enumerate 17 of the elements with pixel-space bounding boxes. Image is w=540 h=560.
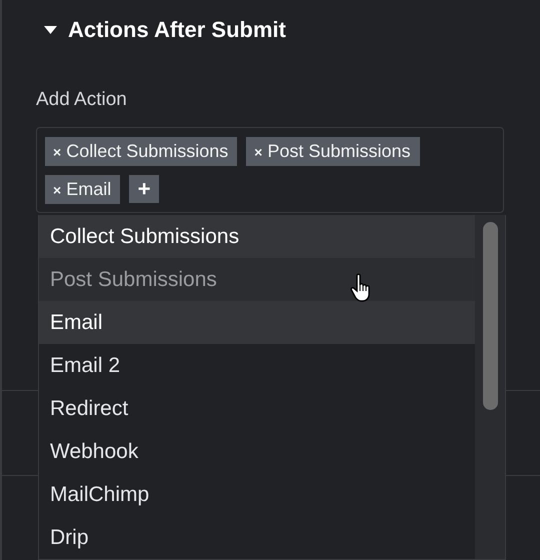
dropdown-option[interactable]: Redirect <box>39 387 475 430</box>
scrollbar[interactable] <box>475 215 505 559</box>
dropdown-option[interactable]: Post Submissions <box>39 258 475 301</box>
dropdown-option[interactable]: Collect Submissions <box>39 215 475 258</box>
tag[interactable]: × Collect Submissions <box>45 137 238 166</box>
field-label: Add Action <box>36 89 128 111</box>
dropdown-option[interactable]: Email 2 <box>39 344 475 387</box>
add-button[interactable]: + <box>129 175 160 203</box>
tag[interactable]: × Post Submissions <box>246 137 420 166</box>
caret-icon[interactable] <box>44 26 57 34</box>
section-title: Actions After Submit <box>68 17 286 43</box>
tag[interactable]: × Email <box>45 175 120 204</box>
tag-input-field[interactable]: × Collect Submissions × Post Submissions × Email + <box>36 127 504 213</box>
dropdown-option[interactable]: MailChimp <box>39 473 475 516</box>
dropdown-option[interactable]: Drip <box>39 516 475 559</box>
dropdown-option[interactable]: Webhook <box>39 430 475 473</box>
dropdown-option[interactable]: Email <box>39 301 475 344</box>
